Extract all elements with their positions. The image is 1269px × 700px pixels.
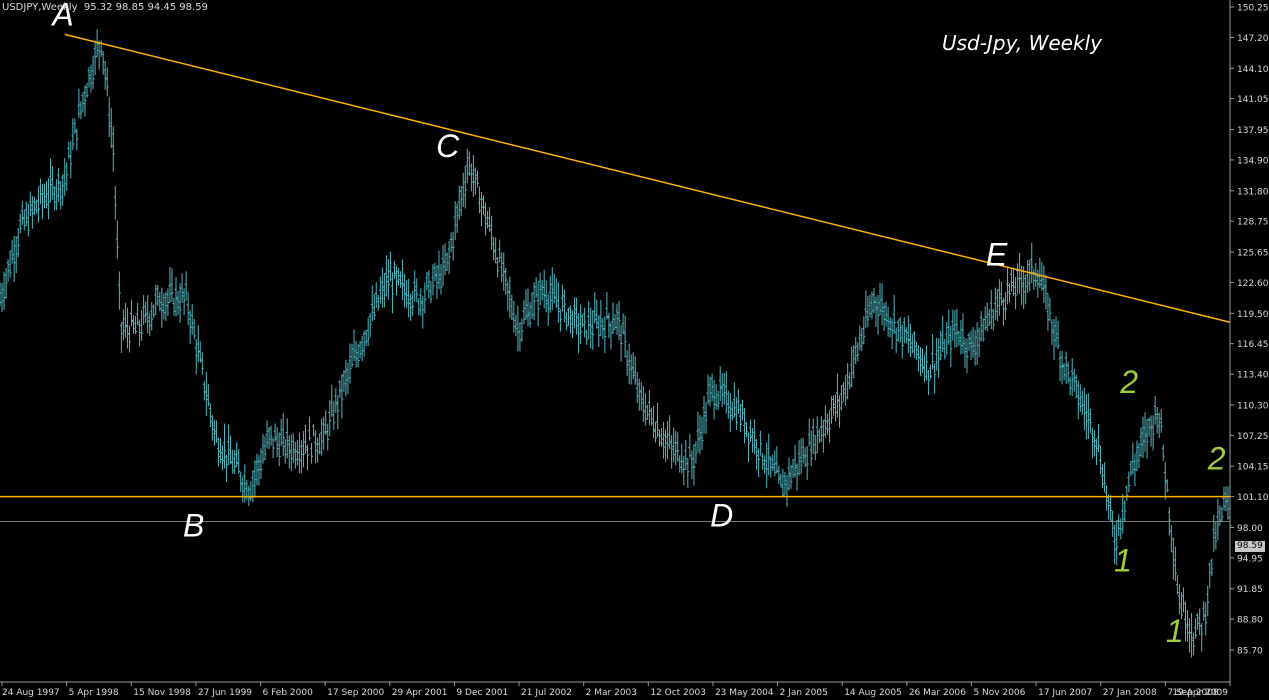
chart-title: Usd-Jpy, Weekly (942, 31, 1102, 55)
ohlc-values: 95.32 98.85 94.45 98.59 (83, 2, 208, 13)
x-tick-label: 23 May 2004 (715, 688, 774, 698)
chart-background (0, 0, 1269, 700)
x-tick-label: 17 Sep 2000 (327, 688, 384, 698)
y-tick-label: 110.30 (1237, 401, 1269, 411)
x-tick-label: 17 Jun 2007 (1038, 688, 1092, 698)
x-tick-label: 26 Mar 2006 (909, 688, 966, 698)
x-tick-label: 27 Jan 2008 (1103, 688, 1157, 698)
y-tick-label: 101.10 (1237, 493, 1269, 503)
y-tick-label: 91.85 (1237, 585, 1263, 595)
x-tick-label: 6 Feb 2000 (263, 688, 314, 698)
y-tick-label: 125.65 (1237, 249, 1269, 259)
y-tick-label: 147.20 (1237, 34, 1269, 44)
x-tick-label: 15 Nov 1998 (133, 688, 191, 698)
wave-label-E: E (986, 236, 1008, 272)
symbol-info: USDJPY,Weekly (2, 2, 78, 13)
wave-label-2: 2 (1207, 441, 1226, 477)
y-tick-label: 134.90 (1237, 156, 1269, 166)
wave-label-1: 1 (1114, 542, 1132, 578)
x-tick-label: 9 Dec 2001 (456, 688, 508, 698)
y-tick-label: 128.75 (1237, 218, 1269, 228)
wave-label-C: C (436, 128, 460, 164)
y-tick-label: 122.60 (1237, 279, 1269, 289)
wave-label-D: D (710, 497, 733, 533)
wave-label-2: 2 (1119, 364, 1138, 400)
x-tick-label: 2 Mar 2003 (586, 688, 637, 698)
wave-label-1: 1 (1166, 613, 1184, 649)
symbol-header: USDJPY,Weekly 95.32 98.85 94.45 98.59 (2, 2, 208, 13)
x-tick-label: 14 Aug 2005 (844, 688, 902, 698)
x-tick-label: 2 Jan 2005 (780, 688, 828, 698)
y-tick-label: 150.25 (1237, 4, 1269, 14)
y-tick-label: 137.95 (1237, 126, 1269, 136)
y-tick-label: 88.80 (1237, 616, 1263, 626)
y-tick-label: 107.25 (1237, 432, 1269, 442)
wave-label-B: B (183, 507, 204, 543)
y-tick-label: 131.80 (1237, 187, 1269, 197)
y-tick-label: 104.15 (1237, 463, 1269, 473)
price-chart: ABCDE1212 150.25147.20144.10141.05137.95… (0, 0, 1269, 700)
x-tick-label: 12 Oct 2003 (650, 688, 706, 698)
x-tick-label: 24 Aug 1997 (2, 688, 60, 698)
x-tick-label: 21 Jul 2002 (521, 688, 572, 698)
x-tick-label: 5 Nov 2006 (973, 688, 1025, 698)
x-tick-label: 29 Apr 2001 (392, 688, 448, 698)
y-tick-label: 144.10 (1237, 65, 1269, 75)
x-tick-label: 27 Jun 1999 (198, 688, 252, 698)
current-price-tag: 98.59 (1235, 541, 1265, 552)
y-tick-label: 85.70 (1237, 647, 1263, 657)
y-tick-label: 119.50 (1237, 310, 1269, 320)
y-tick-label: 94.95 (1237, 554, 1263, 564)
y-tick-label: 113.40 (1237, 371, 1269, 381)
x-tick-label: 19 Apr 2009 (1172, 688, 1228, 698)
y-tick-label: 116.45 (1237, 340, 1269, 350)
x-tick-label: 5 Apr 1998 (69, 688, 119, 698)
y-tick-label: 141.05 (1237, 95, 1269, 105)
y-tick-label: 98.00 (1237, 524, 1263, 534)
